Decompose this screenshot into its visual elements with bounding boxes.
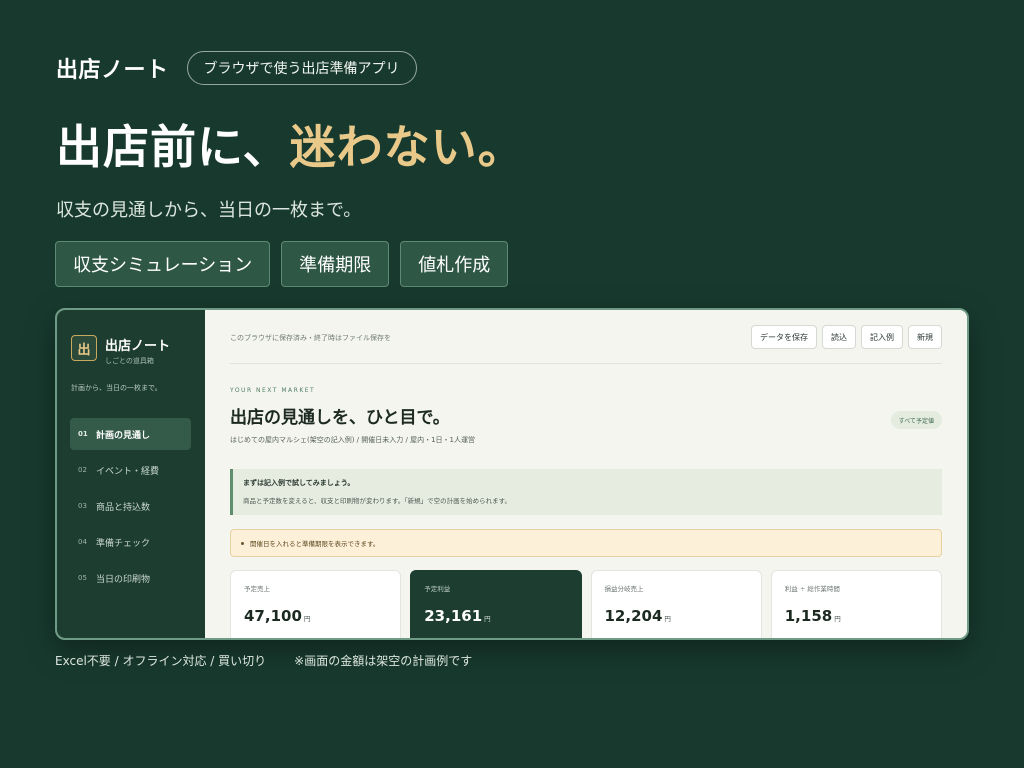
footer: Excel不要 / オフライン対応 / 買い切り ※画面の金額は架空の計画例です	[55, 652, 472, 669]
footer-features: Excel不要 / オフライン対応 / 買い切り	[55, 654, 267, 668]
nav-number: 01	[78, 430, 88, 438]
hint-title: まずは記入例で試してみましょう。	[243, 479, 355, 487]
sidebar-item-products[interactable]: 03 商品と持込数	[70, 490, 191, 522]
kpi-card-break-even: 損益分岐売上 12,204 円	[590, 570, 762, 638]
brand-name: 出店ノート	[56, 58, 169, 83]
sidebar-item-plan-overview[interactable]: 01 計画の見通し	[70, 418, 191, 450]
sidebar-item-label: 計画の見通し	[96, 430, 151, 441]
toolbar: データを保存 読込 記入例 新規	[751, 325, 942, 349]
brand-row: 出店ノート ブラウザで使う出店準備アプリ	[56, 50, 417, 86]
app-mockup: 出 出店ノート しごとの道具箱 計画から、当日の一枚まで。 01 計画の見通し …	[55, 308, 969, 640]
main-panel: このブラウザに保存済み・終了時はファイル保存を データを保存 読込 記入例 新規…	[205, 310, 967, 638]
nav-number: 05	[78, 574, 87, 582]
hint-panel: まずは記入例で試してみましょう。 商品と予定数を変えると、収支と印刷物が変わりま…	[230, 469, 942, 515]
kpi-value: 23,161 円	[424, 607, 567, 625]
notice-text: 開催日を入れると準備期限を表示できます。	[250, 540, 380, 548]
kpi-value: 47,100 円	[244, 607, 387, 625]
kpi-value: 12,204 円	[605, 607, 748, 625]
feature-pill-price-tags: 値札作成	[400, 241, 509, 287]
save-data-button[interactable]: データを保存	[751, 325, 817, 349]
sidebar-item-events-expenses[interactable]: 02 イベント・経費	[70, 454, 191, 486]
nav-number: 04	[78, 538, 87, 546]
feature-pills: 収支シミュレーション 準備期限 値札作成	[55, 241, 509, 287]
sidebar: 出 出店ノート しごとの道具箱 計画から、当日の一枚まで。 01 計画の見通し …	[57, 310, 205, 638]
sidebar-description: 計画から、当日の一枚まで。	[71, 384, 162, 392]
sidebar-nav: 01 計画の見通し 02 イベント・経費 03 商品と持込数 04 準備チェック…	[70, 418, 191, 598]
tagline: 収支の見通しから、当日の一枚まで。	[56, 200, 362, 221]
example-button[interactable]: 記入例	[861, 325, 903, 349]
kpi-number: 1,158	[784, 607, 833, 625]
kpi-unit: 円	[303, 615, 311, 623]
app-logo: 出	[71, 335, 97, 361]
brand-badge: ブラウザで使う出店準備アプリ	[186, 51, 417, 85]
kpi-number: 23,161	[424, 607, 483, 625]
footer-disclaimer: ※画面の金額は架空の計画例です	[294, 654, 473, 668]
kpi-label: 予定売上	[244, 585, 270, 593]
nav-number: 02	[78, 466, 87, 474]
sidebar-item-label: イベント・経費	[96, 466, 160, 477]
sidebar-item-label: 準備チェック	[96, 538, 151, 549]
bullet-icon	[241, 541, 244, 545]
date-notice: 開催日を入れると準備期限を表示できます。	[230, 529, 942, 557]
feature-pill-simulation: 収支シミュレーション	[55, 241, 271, 287]
kpi-label: 損益分岐売上	[604, 585, 644, 593]
kpi-value: 1,158 円	[785, 607, 928, 625]
status-badge: すべて予定値	[890, 411, 942, 429]
kpi-unit: 円	[484, 615, 491, 623]
new-button[interactable]: 新規	[908, 325, 942, 349]
page-title: 出店の見通しを、ひと目で。	[230, 408, 450, 428]
kpi-card-planned-profit: 予定利益 23,161 円	[410, 570, 582, 638]
hero-headline: 出店前に、迷わない。	[56, 114, 525, 180]
save-status-note: このブラウザに保存済み・終了時はファイル保存を	[230, 334, 391, 342]
divider	[230, 363, 942, 364]
sidebar-subtitle: しごとの道具箱	[105, 357, 154, 365]
kpi-label: 予定利益	[424, 585, 451, 593]
plan-subtitle: はじめての屋内マルシェ(架空の記入例) / 開催日未入力 / 屋内・1日・1人運…	[230, 436, 475, 444]
sidebar-item-label: 当日の印刷物	[96, 574, 151, 585]
sidebar-item-prep-check[interactable]: 04 準備チェック	[70, 526, 191, 558]
kpi-card-planned-sales: 予定売上 47,100 円	[230, 570, 402, 638]
hero-headline-main: 出店前に、	[56, 120, 290, 174]
kpi-card-profit-per-hour: 利益 ÷ 総作業時間 1,158 円	[770, 570, 942, 638]
kpi-unit: 円	[834, 615, 841, 623]
kpi-number: 47,100	[244, 607, 302, 625]
sidebar-item-print[interactable]: 05 当日の印刷物	[70, 562, 191, 594]
nav-number: 03	[78, 502, 87, 510]
hint-body: 商品と予定数を変えると、収支と印刷物が変わります。「新規」で空の計画を始められま…	[243, 497, 511, 505]
kpi-unit: 円	[664, 615, 671, 623]
kpi-cards: 予定売上 47,100 円 予定利益 23,161 円 損益分岐売上 12,204 円…	[230, 570, 942, 638]
feature-pill-deadlines: 準備期限	[281, 241, 390, 287]
hero-headline-accent: 迷わない。	[289, 120, 525, 174]
load-button[interactable]: 読込	[822, 325, 856, 349]
sidebar-title: 出店ノート	[105, 339, 171, 354]
eyebrow-label: YOUR NEXT MARKET	[230, 387, 316, 394]
sidebar-item-label: 商品と持込数	[96, 502, 151, 513]
kpi-number: 12,204	[604, 607, 663, 625]
kpi-label: 利益 ÷ 総作業時間	[784, 585, 840, 593]
